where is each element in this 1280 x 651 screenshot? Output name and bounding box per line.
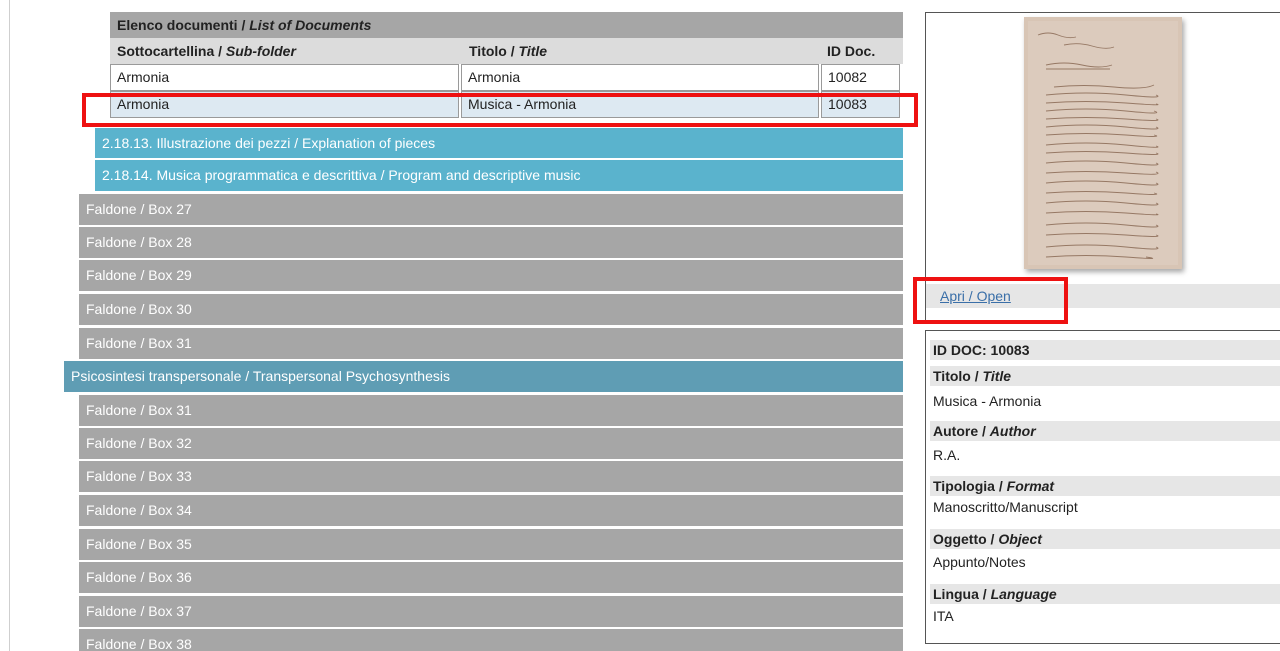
doc-id-label: ID DOC: 10083 <box>930 340 1280 360</box>
document-list-title-text: Elenco documenti / <box>117 17 250 33</box>
highlight-box-open-link <box>913 277 1068 324</box>
field-value-object: Appunto/Notes <box>933 554 1026 570</box>
highlight-box-selected-row <box>82 93 918 127</box>
field-value-author: R.A. <box>933 447 961 463</box>
field-label-object: Oggetto / Object <box>930 529 1280 549</box>
tree-box-item[interactable]: Faldone / Box 27 <box>79 194 903 225</box>
document-list-title: Elenco documenti / List of Documents <box>110 12 903 38</box>
tree-box-item[interactable]: Faldone / Box 36 <box>79 562 903 593</box>
tree-box-item[interactable]: Faldone / Box 38 <box>79 629 903 651</box>
tree-box-item[interactable]: Faldone / Box 35 <box>79 529 903 560</box>
tree-box-item[interactable]: Faldone / Box 30 <box>79 294 903 325</box>
field-label-title: Titolo / Title <box>930 366 1280 386</box>
column-header-id: ID Doc. <box>827 43 876 59</box>
tree-subfolder-2-18-14[interactable]: 2.18.14. Musica programmatica e descritt… <box>95 160 903 191</box>
tree-box-item[interactable]: Faldone / Box 32 <box>79 428 903 459</box>
field-label-format: Tipologia / Format <box>930 476 1280 496</box>
tree-box-item[interactable]: Faldone / Box 33 <box>79 461 903 492</box>
cell-subfolder: Armonia <box>110 64 459 91</box>
document-thumbnail[interactable] <box>1024 17 1182 269</box>
field-label-language: Lingua / Language <box>930 584 1280 604</box>
cell-title: Armonia <box>461 64 819 91</box>
tree-box-item[interactable]: Faldone / Box 29 <box>79 260 903 291</box>
document-list-title-italic: List of Documents <box>249 17 372 33</box>
tree-box-item[interactable]: Faldone / Box 31 <box>79 328 903 359</box>
table-row[interactable]: Armonia Armonia 10082 <box>110 64 903 91</box>
tree-box-item[interactable]: Faldone / Box 31 <box>79 395 903 426</box>
tree-box-item[interactable]: Faldone / Box 28 <box>79 227 903 258</box>
field-value-title: Musica - Armonia <box>933 393 1042 409</box>
tree-box-item[interactable]: Faldone / Box 34 <box>79 495 903 526</box>
page-left-border <box>9 0 10 651</box>
column-header-title: Titolo / Title <box>469 43 548 59</box>
manuscript-image <box>1024 17 1182 269</box>
column-header-subfolder: Sottocartellina / Sub-folder <box>117 43 296 59</box>
document-list-header: Sottocartellina / Sub-folder Titolo / Ti… <box>110 38 903 64</box>
field-value-language: ITA <box>933 608 954 624</box>
field-value-format: Manoscritto/Manuscript <box>933 499 1078 515</box>
tree-box-item[interactable]: Faldone / Box 37 <box>79 596 903 627</box>
tree-category-transpersonal-psychosynthesis[interactable]: Psicosintesi transpersonale / Transperso… <box>64 361 903 392</box>
field-label-author: Autore / Author <box>930 421 1280 441</box>
tree-subfolder-2-18-13[interactable]: 2.18.13. Illustrazione dei pezzi / Expla… <box>95 128 903 158</box>
cell-id: 10082 <box>821 64 900 91</box>
